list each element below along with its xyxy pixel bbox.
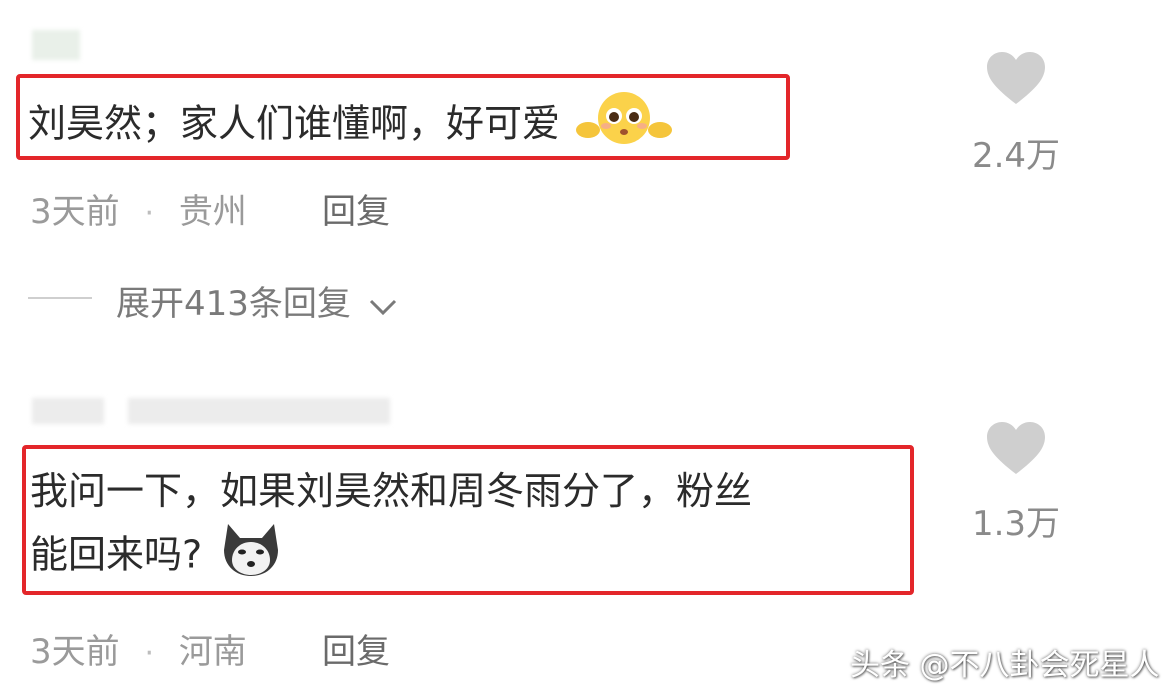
- husky-dog-emoji-icon: [220, 520, 282, 594]
- like-button-2[interactable]: [985, 420, 1047, 476]
- location: 河南: [178, 632, 247, 672]
- expand-divider: [28, 297, 92, 299]
- like-count-1: 2.4万: [971, 136, 1061, 176]
- timestamp: 3天前: [30, 192, 120, 232]
- comment-text-line1: 我问一下，如果刘昊然和周冬雨分了，粉丝: [30, 469, 753, 513]
- avatar-blurred: [32, 398, 104, 424]
- comment-2-meta: 3天前 · 河南: [30, 624, 247, 673]
- username-blurred: [128, 398, 390, 424]
- expand-replies-button[interactable]: 展开413条回复: [116, 276, 398, 326]
- comment-1-meta: 3天前 · 贵州: [30, 184, 247, 233]
- comment-2-text: 我问一下，如果刘昊然和周冬雨分了，粉丝 能回来吗?: [30, 462, 752, 594]
- like-count-2: 1.3万: [971, 504, 1061, 544]
- comment-text-line2-row: 能回来吗?: [30, 520, 752, 594]
- separator: ·: [144, 196, 154, 231]
- comment-1-text: 刘昊然；家人们谁懂啊，好可爱: [28, 88, 673, 164]
- location: 贵州: [178, 192, 247, 232]
- timestamp: 3天前: [30, 632, 120, 672]
- chevron-down-icon: [368, 286, 398, 326]
- pleading-face-emoji-icon: [576, 88, 673, 164]
- separator: ·: [144, 636, 154, 671]
- reply-button-2[interactable]: 回复: [322, 624, 390, 673]
- expand-replies-label: 展开413条回复: [116, 284, 351, 324]
- avatar-username-blurred: [32, 30, 80, 60]
- comment-text-line2: 能回来吗?: [30, 532, 203, 577]
- comment-text: 刘昊然；家人们谁懂啊，好可爱: [28, 101, 561, 146]
- reply-button-1[interactable]: 回复: [322, 184, 390, 233]
- watermark: 头条 @不八卦会死星人: [850, 648, 1160, 683]
- heart-icon: [987, 422, 1045, 474]
- like-button-1[interactable]: [985, 50, 1047, 106]
- heart-icon: [987, 52, 1045, 104]
